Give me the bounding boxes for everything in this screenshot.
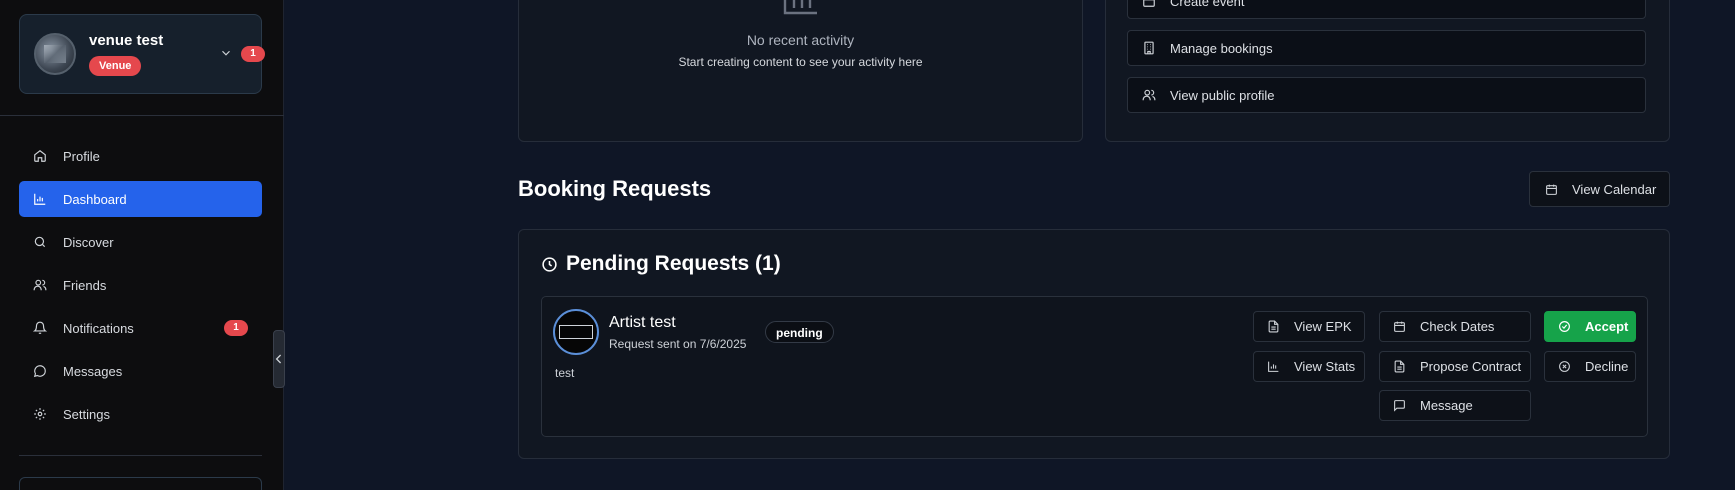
decline-button[interactable]: Decline <box>1544 351 1636 382</box>
message-label: Message <box>1420 398 1473 413</box>
bell-icon <box>33 321 47 334</box>
artist-name[interactable]: Artist test <box>609 314 676 332</box>
propose-contract-label: Propose Contract <box>1420 359 1522 374</box>
users-icon <box>33 279 47 291</box>
view-calendar-button[interactable]: View Calendar <box>1529 171 1670 207</box>
manage-bookings-button[interactable]: Manage bookings <box>1127 30 1646 66</box>
gear-icon <box>34 408 46 420</box>
account-switcher[interactable]: venue test Venue 1 <box>19 14 265 94</box>
view-epk-label: View EPK <box>1294 319 1352 334</box>
check-dates-button[interactable]: Check Dates <box>1379 311 1531 342</box>
sidebar-item-label: Discover <box>63 234 114 250</box>
role-badge: Venue <box>89 56 142 76</box>
status-badge: pending <box>765 321 834 343</box>
recent-activity-card: No recent activity Start creating conten… <box>518 0 1083 142</box>
sidebar-item-settings[interactable]: Settings <box>19 396 262 432</box>
activity-empty-title: No recent activity <box>746 32 855 48</box>
sidebar-nav: Profile Dashboard Discover Friends Notif… <box>19 138 262 439</box>
calendar-icon <box>1546 184 1557 195</box>
calendar-icon <box>1394 321 1405 332</box>
divider <box>0 115 284 116</box>
propose-contract-button[interactable]: Propose Contract <box>1379 351 1531 382</box>
booking-requests-title: Booking Requests <box>518 176 712 201</box>
clock-icon <box>542 256 557 272</box>
user-name: venue test <box>89 32 164 49</box>
chevron-down-icon[interactable] <box>219 46 233 60</box>
check-circle-icon <box>1559 321 1570 332</box>
sidebar-item-friends[interactable]: Friends <box>19 267 262 303</box>
message-button[interactable]: Message <box>1379 390 1531 421</box>
view-epk-button[interactable]: View EPK <box>1253 311 1365 342</box>
create-event-button[interactable]: Create event <box>1127 0 1646 19</box>
sidebar-item-notifications[interactable]: Notifications 1 <box>19 310 262 346</box>
file-text-icon <box>1394 360 1405 373</box>
view-public-profile-label: View public profile <box>1170 87 1275 103</box>
manage-bookings-label: Manage bookings <box>1170 40 1273 56</box>
sidebar-item-label: Profile <box>63 148 100 164</box>
message-circle-icon <box>33 365 46 378</box>
building-icon <box>1144 41 1154 55</box>
bar-chart-icon <box>783 0 817 15</box>
view-calendar-label: View Calendar <box>1572 181 1657 197</box>
sidebar-item-profile[interactable]: Profile <box>19 138 262 174</box>
booking-request-item: Artist test Request sent on 7/6/2025 pen… <box>541 296 1648 437</box>
divider <box>19 455 262 456</box>
users-icon <box>1142 89 1156 101</box>
search-icon <box>34 236 46 248</box>
create-event-label: Create event <box>1170 0 1245 9</box>
sidebar-item-label: Dashboard <box>63 191 127 207</box>
home-icon <box>34 150 46 162</box>
accept-button[interactable]: Accept <box>1544 311 1636 342</box>
message-square-icon <box>1394 400 1405 412</box>
artist-logo-image <box>559 325 593 339</box>
accept-label: Accept <box>1585 319 1629 334</box>
notification-count-badge: 1 <box>224 320 248 336</box>
sidebar-bottom-card[interactable] <box>19 477 262 490</box>
chevron-left-icon <box>275 354 282 364</box>
view-public-profile-button[interactable]: View public profile <box>1127 77 1646 113</box>
request-sent-date: Request sent on 7/6/2025 <box>609 337 747 351</box>
activity-empty-subtitle: Start creating content to see your activ… <box>678 55 923 69</box>
bar-chart-icon <box>34 193 46 205</box>
decline-label: Decline <box>1585 359 1629 374</box>
quick-actions-card: Create event Manage bookings View public… <box>1105 0 1670 142</box>
pending-requests-card: Pending Requests (1) Artist test Request… <box>518 229 1670 459</box>
sidebar-item-discover[interactable]: Discover <box>19 224 262 260</box>
notification-count-badge: 1 <box>241 46 265 62</box>
x-circle-icon <box>1559 361 1570 372</box>
sidebar-collapse-handle[interactable] <box>273 330 285 388</box>
sidebar-item-messages[interactable]: Messages <box>19 353 262 389</box>
sidebar: venue test Venue 1 Profile Dashboard Dis… <box>0 0 284 490</box>
artist-avatar[interactable] <box>553 309 599 355</box>
file-text-icon <box>1268 320 1279 333</box>
sidebar-item-label: Messages <box>63 363 123 379</box>
pending-requests-title: Pending Requests (1) <box>566 252 781 275</box>
check-dates-label: Check Dates <box>1420 319 1495 334</box>
view-stats-label: View Stats <box>1294 359 1356 374</box>
calendar-icon <box>1143 0 1155 7</box>
view-stats-button[interactable]: View Stats <box>1253 351 1365 382</box>
pending-requests-heading: Pending Requests (1) <box>541 252 781 276</box>
request-note: test <box>555 366 575 380</box>
bar-chart-icon <box>1268 361 1279 372</box>
sidebar-item-label: Notifications <box>63 320 134 336</box>
sidebar-item-label: Settings <box>63 406 110 422</box>
sidebar-item-label: Friends <box>63 277 107 293</box>
avatar <box>34 33 76 75</box>
sidebar-item-dashboard[interactable]: Dashboard <box>19 181 262 217</box>
